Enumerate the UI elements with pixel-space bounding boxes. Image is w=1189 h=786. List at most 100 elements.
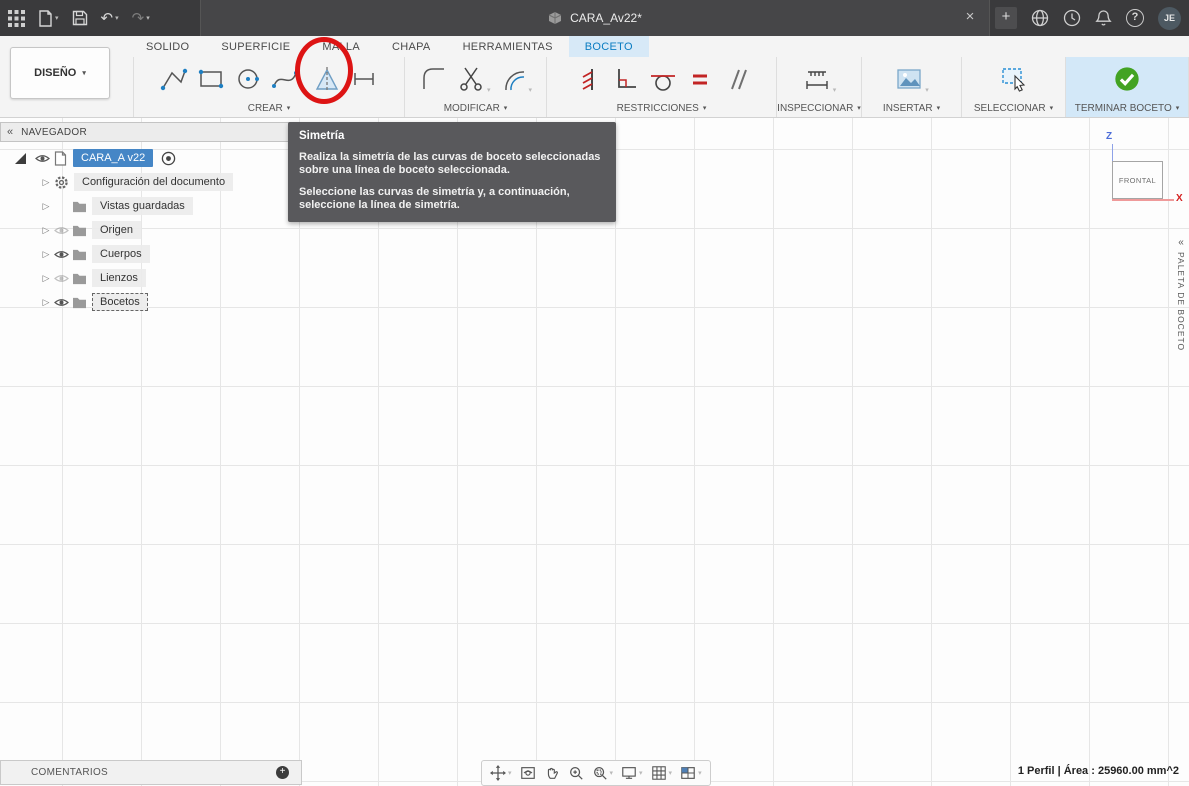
- sketch-palette-label[interactable]: PALETA DE BOCETO: [1176, 252, 1186, 351]
- toolbar-group-modificar: ▾ ▾ MODIFICAR ▾: [405, 57, 547, 117]
- offset-tool-button[interactable]: ▾: [498, 64, 533, 94]
- sketch-dimension-tool-button[interactable]: [349, 64, 379, 94]
- visibility-eye-icon[interactable]: [52, 249, 70, 260]
- ribbon-toolbar: DISEÑO ▾ SOLIDO SUPERFICIE MALLA CHAPA H…: [0, 36, 1189, 118]
- new-tab-button[interactable]: +: [995, 7, 1017, 29]
- notifications-bell-icon[interactable]: [1095, 9, 1112, 27]
- tab-malla[interactable]: MALLA: [306, 36, 376, 57]
- group-dropdown-modificar[interactable]: MODIFICAR ▾: [444, 100, 508, 117]
- grid-snaps-button[interactable]: ▾: [651, 765, 672, 781]
- collapse-navigator-icon[interactable]: «: [7, 126, 13, 138]
- job-status-clock-icon[interactable]: [1063, 9, 1081, 27]
- web-globe-icon[interactable]: [1031, 9, 1049, 27]
- expand-icon[interactable]: ▷: [40, 297, 52, 308]
- tree-item-label[interactable]: Origen: [92, 221, 142, 239]
- tree-item-label[interactable]: Lienzos: [92, 269, 146, 287]
- group-dropdown-restricciones[interactable]: RESTRICCIONES ▾: [617, 100, 707, 117]
- visibility-eye-icon[interactable]: [33, 153, 51, 164]
- viewports-button[interactable]: ▾: [680, 765, 702, 781]
- expand-comments-icon[interactable]: +: [276, 766, 289, 779]
- constraint-parallel-tool-button[interactable]: [721, 64, 751, 94]
- tree-item-lienzos[interactable]: ▷ Lienzos: [0, 266, 300, 290]
- trim-scissors-tool-button[interactable]: ▾: [456, 64, 491, 94]
- insert-image-tool-button[interactable]: ▾: [894, 64, 929, 94]
- tooltip-title: Simetría: [299, 130, 345, 142]
- constraint-equal-tool-button[interactable]: [684, 64, 714, 94]
- visibility-eye-off-icon[interactable]: [52, 273, 70, 284]
- group-dropdown-terminar-boceto[interactable]: TERMINAR BOCETO ▾: [1075, 100, 1180, 117]
- pan-hand-button[interactable]: [544, 765, 560, 781]
- tree-item-label[interactable]: Cuerpos: [92, 245, 150, 263]
- tab-solido[interactable]: SOLIDO: [130, 36, 205, 57]
- display-settings-button[interactable]: ▾: [621, 765, 643, 781]
- design-button-label: DISEÑO: [34, 67, 77, 79]
- tree-item-label[interactable]: Bocetos: [92, 293, 148, 311]
- undo-button[interactable]: ↶ ▾: [101, 11, 119, 26]
- spline-tool-button[interactable]: ▾: [270, 64, 305, 94]
- expand-icon[interactable]: ▷: [40, 273, 52, 284]
- look-at-button[interactable]: [520, 765, 536, 781]
- group-dropdown-crear[interactable]: CREAR ▾: [248, 100, 291, 117]
- close-tab-icon[interactable]: ×: [961, 8, 979, 26]
- zoom-window-button[interactable]: ▾: [592, 765, 613, 781]
- circle-tool-button[interactable]: [233, 64, 263, 94]
- toolbar-group-inspeccionar: ▾ INSPECCIONAR ▾: [777, 57, 862, 117]
- mirror-tool-button[interactable]: [312, 64, 342, 94]
- visibility-eye-icon[interactable]: [52, 297, 70, 308]
- caret-down-icon: ▾: [528, 86, 533, 94]
- tree-root-label[interactable]: CARA_A v22: [73, 149, 154, 167]
- expand-icon[interactable]: ▷: [40, 177, 52, 188]
- expand-icon[interactable]: ▷: [40, 201, 52, 212]
- caret-down-icon: ▾: [925, 86, 929, 94]
- expand-icon[interactable]: ▷: [40, 225, 52, 236]
- comments-panel[interactable]: COMENTARIOS +: [0, 760, 302, 785]
- tree-item-root[interactable]: CARA_A v22: [0, 146, 300, 170]
- expand-palette-icon[interactable]: «: [1178, 237, 1184, 248]
- group-dropdown-inspeccionar[interactable]: INSPECCIONAR ▾: [777, 100, 861, 117]
- constraint-fix-tool-button[interactable]: [573, 64, 603, 94]
- tree-item-label[interactable]: Vistas guardadas: [92, 197, 193, 215]
- tree-item-cuerpos[interactable]: ▷ Cuerpos: [0, 242, 300, 266]
- caret-down-icon: ▾: [832, 86, 837, 94]
- line-tool-button[interactable]: [159, 64, 189, 94]
- tab-superficie[interactable]: SUPERFICIE: [205, 36, 306, 57]
- file-menu-button[interactable]: ▾: [38, 9, 59, 27]
- tree-item-vistas-guardadas[interactable]: ▷ Vistas guardadas: [0, 194, 300, 218]
- document-tab[interactable]: CARA_Av22* ×: [200, 0, 990, 36]
- active-component-wedge-icon: [14, 152, 27, 165]
- rectangle-tool-button[interactable]: [196, 64, 226, 94]
- caret-down-icon: ▾: [146, 14, 150, 22]
- constraint-tangent-tool-button[interactable]: [647, 64, 677, 94]
- select-tool-button[interactable]: [999, 64, 1029, 94]
- constraint-perpendicular-tool-button[interactable]: [610, 64, 640, 94]
- expand-icon[interactable]: ▷: [40, 249, 52, 260]
- app-grid-icon[interactable]: [8, 9, 25, 27]
- tree-item-configuracion[interactable]: ▷ Configuración del documento: [0, 170, 300, 194]
- tab-herramientas[interactable]: HERRAMIENTAS: [447, 36, 569, 57]
- tree-item-origen[interactable]: ▷ Origen: [0, 218, 300, 242]
- help-icon[interactable]: ?: [1126, 9, 1144, 27]
- group-dropdown-seleccionar[interactable]: SELECCIONAR ▾: [974, 100, 1053, 117]
- redo-button[interactable]: ↷ ▾: [132, 11, 150, 26]
- folder-icon: [70, 272, 88, 285]
- zoom-button[interactable]: [568, 765, 584, 781]
- viewcube-x-axis-line: [1112, 199, 1174, 201]
- design-workspace-button[interactable]: DISEÑO ▾: [10, 47, 110, 99]
- avatar[interactable]: JE: [1158, 6, 1181, 30]
- group-label-crear: CREAR: [247, 103, 283, 114]
- capture-history-record-icon[interactable]: [161, 151, 176, 166]
- measure-tool-button[interactable]: ▾: [802, 64, 837, 94]
- restricciones-icons: [573, 57, 751, 100]
- tab-boceto[interactable]: BOCETO: [568, 36, 649, 57]
- tree-item-bocetos[interactable]: ▷ Bocetos: [0, 290, 300, 314]
- tree-item-label[interactable]: Configuración del documento: [74, 173, 234, 191]
- viewcube-front-face[interactable]: FRONTAL: [1112, 161, 1163, 199]
- fillet-tool-button[interactable]: [419, 64, 449, 94]
- orbit-button[interactable]: ▾: [490, 765, 512, 781]
- toolbar-group-restricciones: RESTRICCIONES ▾: [547, 57, 777, 117]
- visibility-eye-off-icon[interactable]: [52, 225, 70, 236]
- tab-chapa[interactable]: CHAPA: [376, 36, 447, 57]
- finish-sketch-button[interactable]: [1113, 65, 1141, 93]
- group-dropdown-insertar[interactable]: INSERTAR ▾: [883, 100, 940, 117]
- save-icon[interactable]: [72, 10, 88, 26]
